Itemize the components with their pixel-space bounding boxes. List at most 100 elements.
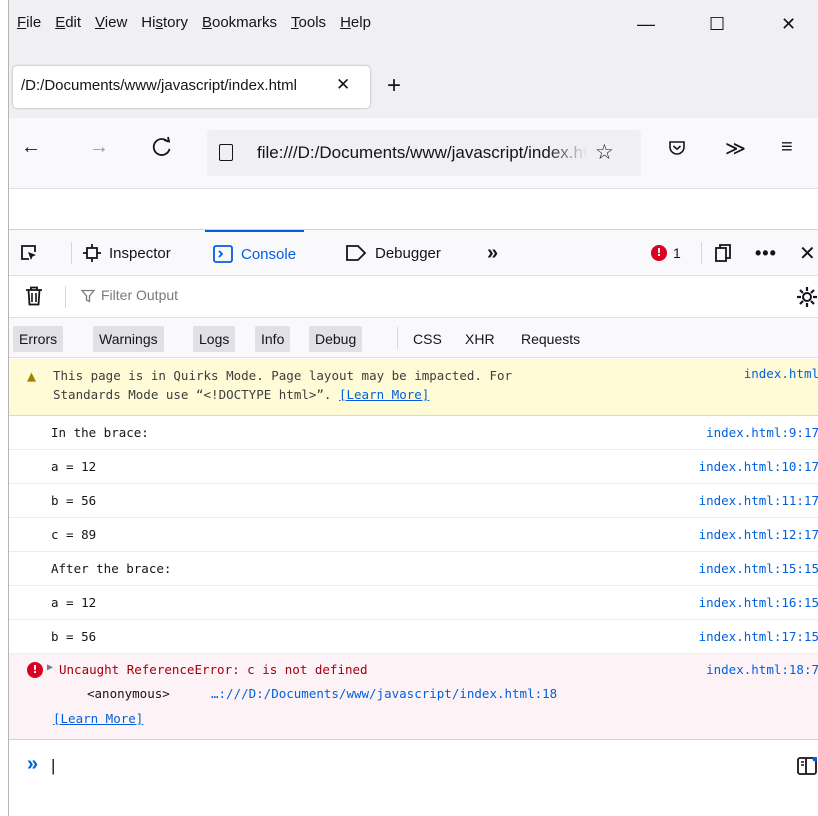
stack-frame-link[interactable]: …:///D:/Documents/www/javascript/index.h…	[211, 686, 557, 701]
split-console-icon	[797, 757, 817, 775]
filter-info-button[interactable]: Info	[255, 326, 291, 352]
clear-console-button[interactable]	[25, 286, 43, 306]
warning-text: This page is in Quirks Mode. Page layout…	[53, 368, 513, 402]
filter-requests-button[interactable]: Requests	[515, 326, 586, 352]
filter-icon	[81, 289, 95, 303]
devtools-toolbar: Inspector Console Debugger » ! 1 ••• ✕	[9, 230, 818, 276]
log-source-link[interactable]: index.html:15:15	[699, 561, 818, 576]
tab-console[interactable]: Console	[205, 230, 305, 276]
filter-errors-button[interactable]: Errors	[13, 326, 64, 352]
error-source-link[interactable]: index.html:18:7	[706, 662, 818, 677]
app-menu-button[interactable]: ≡	[781, 136, 793, 159]
menu-bookmarks[interactable]: Bookmarks	[202, 14, 277, 31]
log-message: After the brace: index.html:15:15	[9, 552, 818, 586]
filter-xhr-button[interactable]: XHR	[459, 326, 501, 352]
log-message: In the brace: index.html:9:17	[9, 416, 818, 450]
minimize-button[interactable]: —	[637, 14, 655, 35]
log-source-link[interactable]: index.html:11:17	[699, 493, 818, 508]
reload-button[interactable]	[151, 136, 173, 158]
debugger-icon	[346, 245, 367, 261]
log-message: a = 12 index.html:16:15	[9, 586, 818, 620]
log-source-link[interactable]: index.html:12:17	[699, 527, 818, 542]
console-messages: ▲ This page is in Quirks Mode. Page layo…	[9, 359, 818, 740]
tab-close-button[interactable]: ✕	[336, 75, 350, 95]
error-icon: !	[651, 245, 667, 261]
console-input[interactable]: » |	[9, 750, 818, 786]
page-content	[9, 188, 818, 230]
log-text: b = 56	[51, 493, 97, 508]
filter-debug-button[interactable]: Debug	[309, 326, 363, 352]
log-text: a = 12	[51, 459, 97, 474]
close-window-button[interactable]: ✕	[781, 14, 796, 35]
log-text: After the brace:	[51, 561, 172, 576]
toolbar-separator	[701, 242, 702, 264]
back-button[interactable]: ←	[21, 136, 41, 159]
menu-view[interactable]: View	[95, 14, 127, 31]
toolbar-separator	[65, 286, 66, 308]
error-text: Uncaught ReferenceError: c is not define…	[59, 662, 368, 677]
url-bar[interactable]: file:///D:/Documents/www/javascript/inde…	[207, 130, 641, 176]
log-source-link[interactable]: index.html:17:15	[699, 629, 818, 644]
console-settings-button[interactable]	[795, 285, 818, 309]
log-source-link[interactable]: index.html:9:17	[706, 425, 818, 440]
expand-arrow-icon[interactable]: ▶	[47, 662, 53, 673]
forward-button[interactable]: →	[89, 136, 109, 159]
tab-inspector[interactable]: Inspector	[83, 230, 171, 276]
bookmark-star-icon[interactable]: ☆	[595, 140, 614, 165]
maximize-button[interactable]: ☐	[709, 14, 725, 35]
console-filter-bar: Filter Output	[9, 276, 818, 318]
pocket-button[interactable]	[667, 138, 687, 158]
more-tools-button[interactable]: »	[487, 230, 498, 276]
menu-file[interactable]: File	[17, 14, 41, 31]
new-tab-button[interactable]: +	[387, 72, 401, 100]
error-count-badge[interactable]: ! 1	[651, 230, 681, 276]
stack-frame-name: <anonymous>	[87, 686, 170, 701]
warning-source-link[interactable]: index.html	[744, 366, 818, 381]
filter-css-button[interactable]: CSS	[407, 326, 448, 352]
devtools-close-icon[interactable]: ✕	[799, 230, 816, 276]
log-message: b = 56 index.html:17:15	[9, 620, 818, 654]
browser-window: File Edit View History Bookmarks Tools H…	[8, 0, 818, 816]
browser-tab[interactable]: /D:/Documents/www/javascript/index.html …	[13, 66, 370, 108]
url-text[interactable]: file:///D:/Documents/www/javascript/inde…	[257, 143, 587, 163]
tab-title: /D:/Documents/www/javascript/index.html	[21, 77, 297, 94]
console-category-bar: Errors Warnings Logs Info Debug CSS XHR …	[9, 318, 818, 358]
menu-items: File Edit View History Bookmarks Tools H…	[17, 14, 385, 31]
warning-learn-more-link[interactable]: [Learn More]	[339, 387, 429, 402]
error-learn-more-link[interactable]: [Learn More]	[53, 711, 143, 726]
console-icon	[213, 245, 233, 263]
warning-icon: ▲	[27, 367, 37, 385]
filter-output-input[interactable]: Filter Output	[101, 287, 178, 303]
tab-console-label: Console	[241, 245, 297, 263]
log-message: a = 12 index.html:10:17	[9, 450, 818, 484]
filter-warnings-button[interactable]: Warnings	[93, 326, 164, 352]
log-text: In the brace:	[51, 425, 149, 440]
error-message: ! ▶ Uncaught ReferenceError: c is not de…	[9, 654, 818, 740]
pocket-icon	[669, 141, 685, 155]
menu-history[interactable]: History	[141, 14, 188, 31]
log-message: c = 89 index.html:12:17	[9, 518, 818, 552]
log-source-link[interactable]: index.html:10:17	[699, 459, 818, 474]
element-picker-button[interactable]	[19, 230, 39, 276]
devtools-options-icon[interactable]: •••	[755, 230, 777, 276]
input-caret: |	[51, 756, 56, 775]
tab-strip: /D:/Documents/www/javascript/index.html …	[9, 48, 818, 118]
gear-icon	[797, 287, 817, 307]
navigation-bar: ← → file:///D:/Documents/www/javascript/…	[9, 118, 818, 188]
log-text: b = 56	[51, 629, 97, 644]
tab-debugger-label: Debugger	[375, 244, 441, 262]
devtools-panel: Inspector Console Debugger » ! 1 ••• ✕ F…	[9, 229, 818, 816]
log-text: c = 89	[51, 527, 97, 542]
menu-help[interactable]: Help	[340, 14, 371, 31]
editor-mode-button[interactable]	[797, 757, 817, 775]
extensions-overflow-button[interactable]: ≫	[725, 136, 746, 161]
error-icon: !	[27, 662, 43, 678]
menu-edit[interactable]: Edit	[55, 14, 81, 31]
dock-button[interactable]	[713, 230, 733, 276]
log-source-link[interactable]: index.html:16:15	[699, 595, 818, 610]
tab-debugger[interactable]: Debugger	[345, 230, 441, 276]
page-document-icon	[219, 144, 233, 161]
filter-logs-button[interactable]: Logs	[193, 326, 236, 352]
menu-tools[interactable]: Tools	[291, 14, 326, 31]
element-picker-icon	[21, 245, 36, 260]
